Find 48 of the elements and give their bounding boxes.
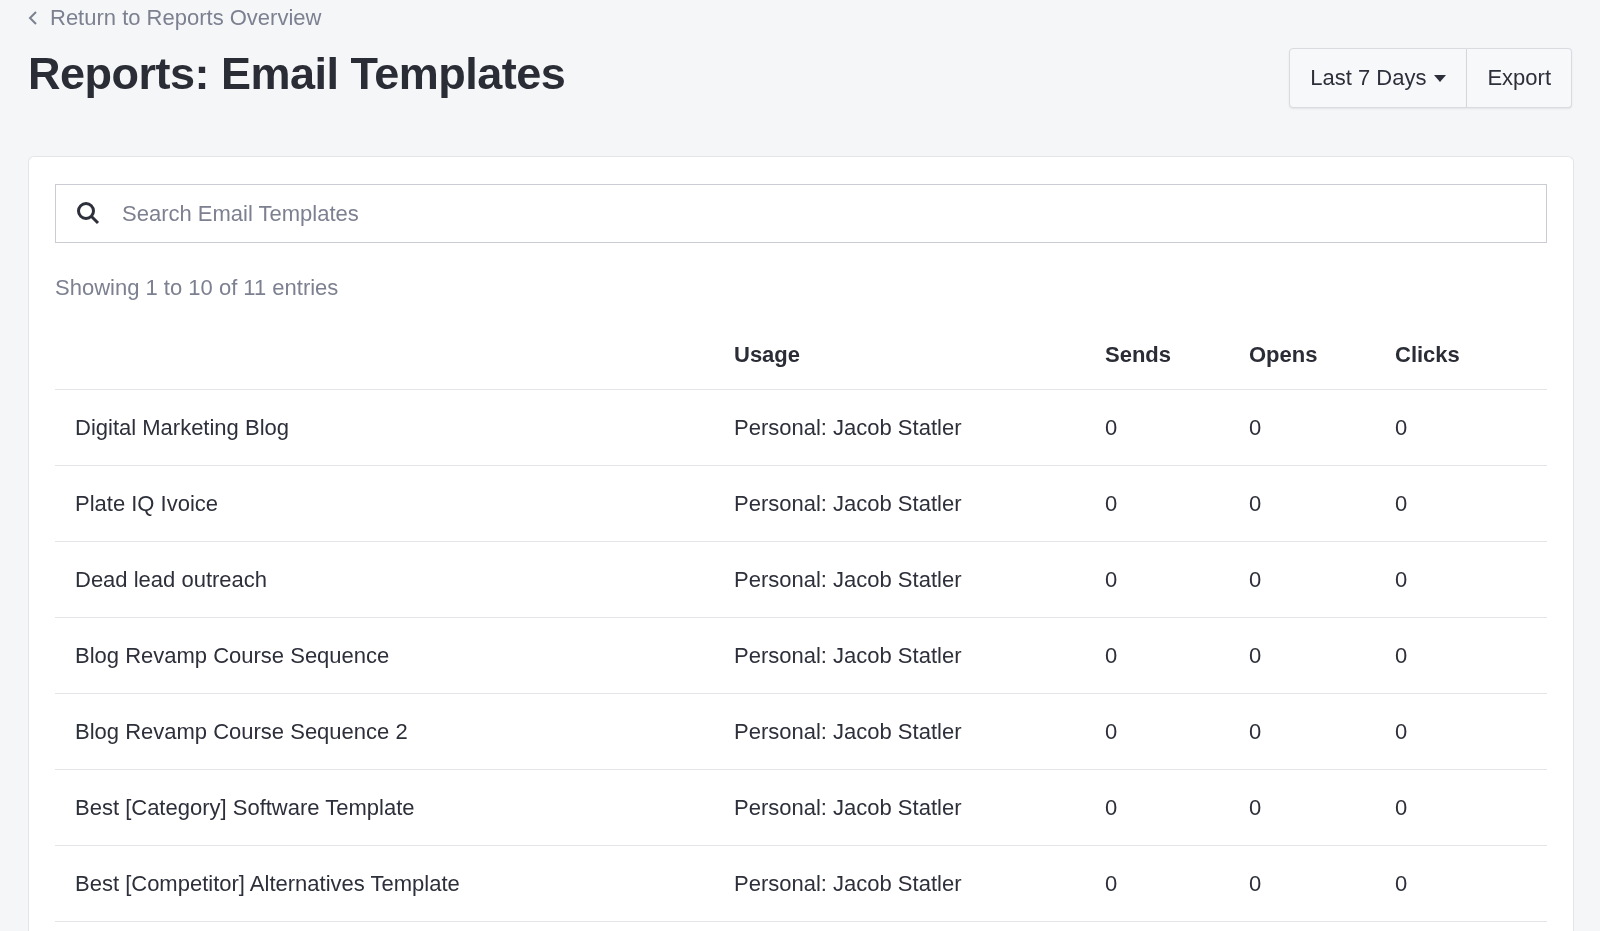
table-cell: Personal: Jacob Statler [734,642,962,668]
table-cell: 0 [1249,718,1262,744]
table-cell: Personal: Jacob Statler [734,414,962,440]
table-cell: 0 [1395,566,1408,592]
column-header: Opens [1249,342,1318,367]
table-cell: Personal: Jacob Statler [734,718,962,744]
search-icon [76,201,100,225]
table-cell: 0 [1395,718,1408,744]
table-cell: 0 [1105,414,1118,440]
date-range-dropdown[interactable]: Last 7 Days [1289,48,1468,108]
table-cell: Blog Revamp Course Sequence 2 [75,718,408,744]
caret-down-icon [1434,74,1447,82]
table-cell: 0 [1395,642,1408,668]
table-cell: 0 [1105,566,1118,592]
table-cell: Personal: Jacob Statler [734,870,962,896]
entries-info: Showing 1 to 10 of 11 entries [55,275,340,302]
table-cell: 0 [1249,490,1262,516]
table-cell: 0 [1105,794,1118,820]
table-cell: Best [Competitor] Alternatives Template [75,870,460,896]
column-header: Clicks [1395,342,1460,367]
table-cell: 0 [1395,490,1408,516]
table-cell: 0 [1105,642,1118,668]
table-cell: 0 [1395,794,1408,820]
table-cell: Personal: Jacob Statler [734,794,962,820]
table-cell: 0 [1249,794,1262,820]
table-cell: 0 [1395,414,1408,440]
table-cell: 0 [1249,870,1262,896]
back-link[interactable]: Return to Reports Overview [28,4,322,32]
column-header: Sends [1105,342,1172,367]
table-cell: 0 [1105,718,1118,744]
table-cell: 0 [1395,870,1408,896]
export-button[interactable]: Export [1467,48,1572,108]
chevron-left-icon [28,10,38,26]
table-cell: 0 [1249,566,1262,592]
table-cell: Personal: Jacob Statler [734,566,962,592]
table-cell: Personal: Jacob Statler [734,490,962,516]
table-cell: Plate IQ Ivoice [75,490,219,516]
table-cell: Blog Revamp Course Sequence [75,642,390,668]
table-cell: Dead lead outreach [75,566,268,592]
table-cell: 0 [1105,490,1118,516]
column-header: Usage [734,342,801,367]
table-cell: Digital Marketing Blog [75,414,289,440]
search-field[interactable]: Search Email Templates [55,184,1547,243]
table-cell: 0 [1105,870,1118,896]
table-cell: 0 [1249,642,1262,668]
table-cell: 0 [1249,414,1262,440]
table-cell: Best [Category] Software Template [75,794,415,820]
page-title: Reports: Email Templates [28,48,566,100]
